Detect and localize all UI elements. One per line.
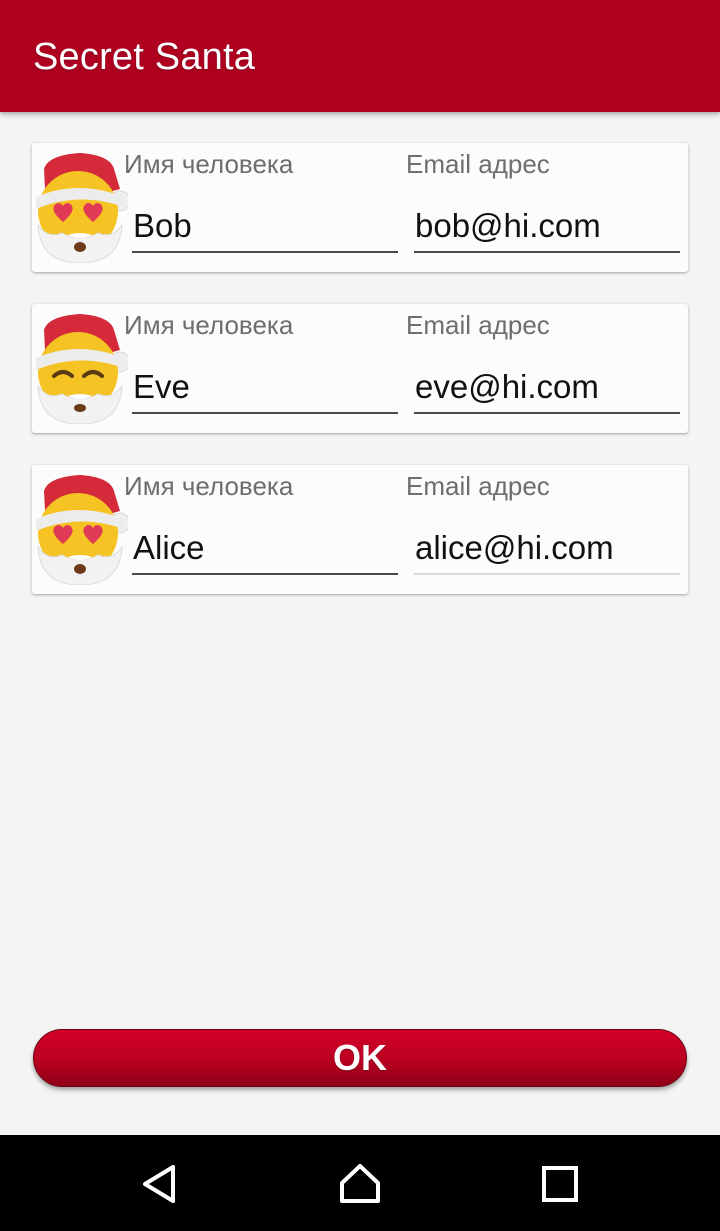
santa-heart-eyes-icon (32, 473, 128, 585)
email-label: Email адрес (406, 149, 550, 179)
recents-icon[interactable] (530, 1159, 590, 1209)
santa-smiling-icon (32, 312, 128, 424)
name-field[interactable] (132, 201, 398, 253)
email-label: Email адрес (406, 471, 550, 501)
participant-card: Имя человека Email адрес (32, 465, 688, 594)
home-icon[interactable] (330, 1159, 390, 1209)
name-label: Имя человека (124, 310, 294, 340)
email-label: Email адрес (406, 310, 550, 340)
email-field[interactable] (414, 201, 680, 253)
app-title: Secret Santa (33, 36, 256, 78)
participant-card: Имя человека Email адрес (32, 143, 688, 272)
name-label: Имя человека (124, 149, 294, 179)
navigation-bar (0, 1135, 720, 1231)
name-field[interactable] (132, 362, 398, 414)
back-icon[interactable] (130, 1159, 190, 1209)
santa-heart-eyes-icon (32, 151, 128, 263)
ok-button[interactable]: OK (33, 1029, 687, 1087)
name-field[interactable] (132, 523, 398, 575)
name-label: Имя человека (124, 471, 294, 501)
app-bar: Secret Santa (0, 0, 720, 112)
email-field[interactable] (414, 523, 680, 575)
email-field[interactable] (414, 362, 680, 414)
participant-card: Имя человека Email адрес (32, 304, 688, 433)
